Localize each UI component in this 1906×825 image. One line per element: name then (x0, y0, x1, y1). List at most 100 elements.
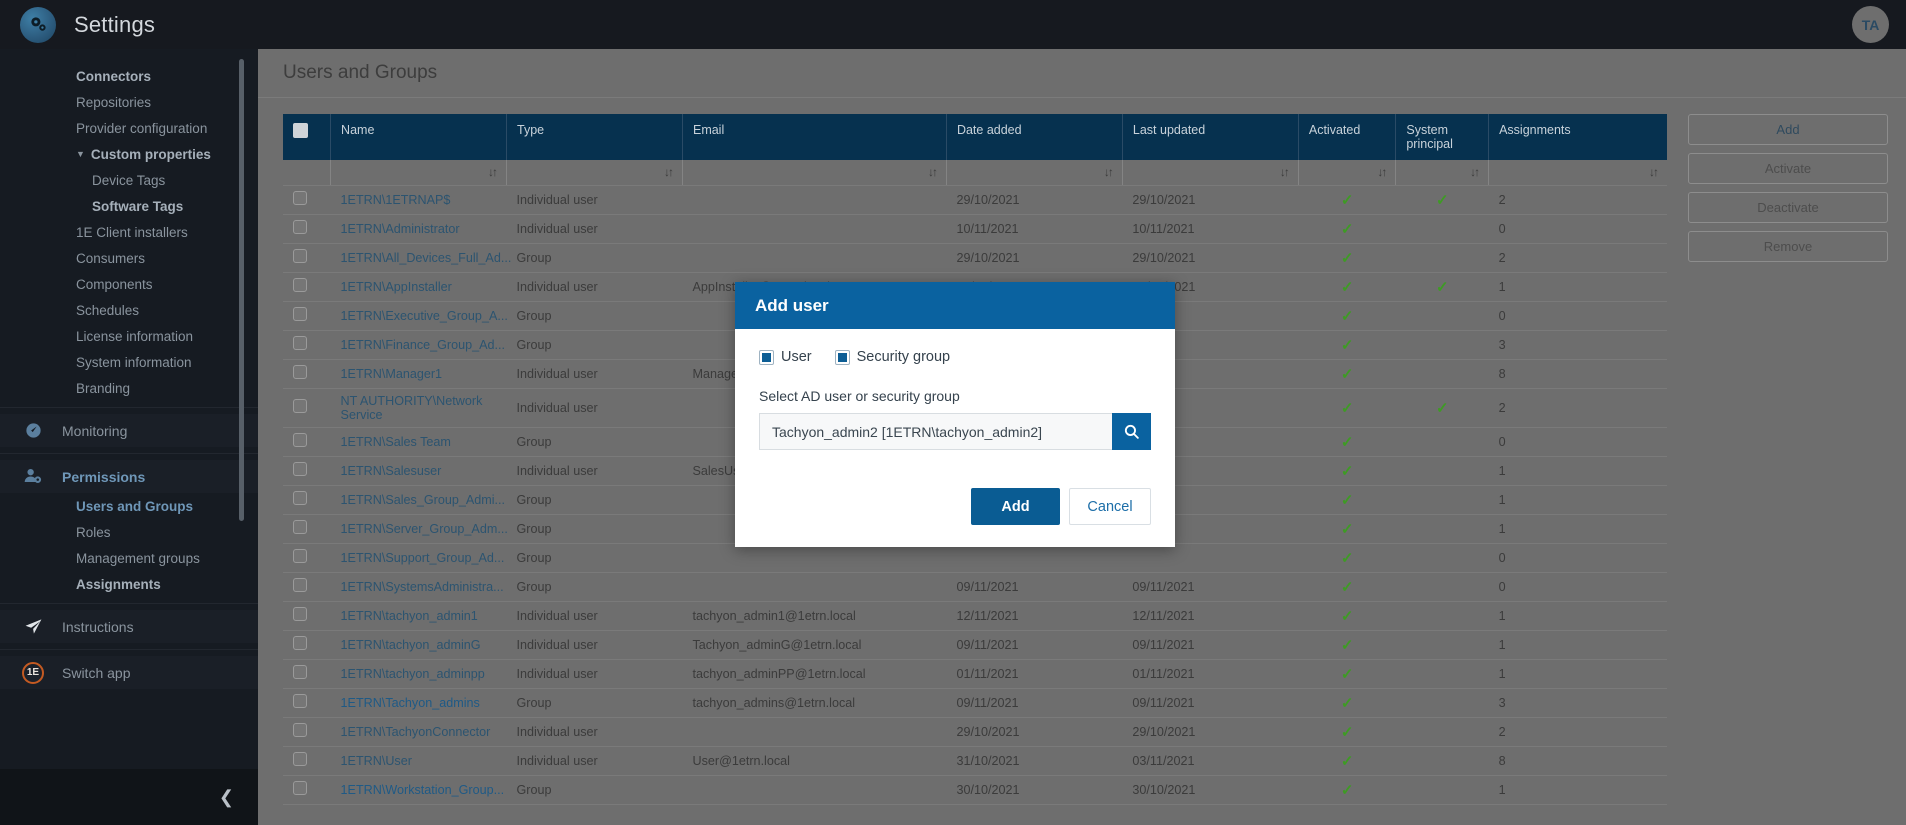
user-radio[interactable] (759, 349, 774, 365)
sidebar-item-branding[interactable]: Branding (0, 375, 258, 401)
cell-name[interactable]: NT AUTHORITY\Network Service (330, 388, 507, 428)
security-group-radio[interactable] (834, 349, 850, 365)
cell-name[interactable]: 1ETRN\Workstation_Group... (330, 775, 507, 805)
sidebar-item-custom-properties[interactable]: ▼ Custom properties (0, 141, 258, 167)
sort-updown-icon[interactable]: ↓↑ (1280, 165, 1290, 179)
row-checkbox[interactable] (293, 607, 307, 621)
sidebar-item-components[interactable]: Components (0, 271, 258, 297)
row-checkbox[interactable] (293, 578, 307, 592)
sort-updown-icon[interactable]: ↓↑ (1470, 165, 1480, 179)
sidebar-item-connectors[interactable]: Connectors (0, 63, 258, 89)
sort-updown-icon[interactable]: ↓↑ (928, 165, 938, 179)
cell-name[interactable]: 1ETRN\Finance_Group_Ad... (330, 330, 507, 360)
row-name-link[interactable]: 1ETRN\TachyonConnector (341, 725, 491, 739)
row-name-link[interactable]: 1ETRN\Finance_Group_Ad... (341, 338, 506, 352)
sidebar-item-1e-client-installers[interactable]: 1E Client installers (0, 219, 258, 245)
table-row[interactable]: 1ETRN\Workstation_Group... Group 30/10/202… (283, 775, 1667, 805)
remove-button[interactable]: Remove (1688, 231, 1888, 262)
sidebar-item-software-tags[interactable]: Software Tags (0, 193, 258, 219)
cell-name[interactable]: 1ETRN\Server_Group_Adm... (330, 514, 508, 544)
sidebar-item-management-groups[interactable]: Management groups (0, 545, 258, 571)
row-checkbox[interactable] (293, 278, 307, 292)
cell-name[interactable]: 1ETRN\Sales Team (330, 427, 507, 457)
row-name-link[interactable]: 1ETRN\Workstation_Group... (341, 783, 505, 797)
row-checkbox[interactable] (293, 336, 307, 350)
row-name-link[interactable]: 1ETRN\Salesuser (341, 464, 442, 478)
sort-last-updated[interactable]: ↓↑ (1122, 160, 1299, 186)
table-row[interactable]: 1ETRN\SystemsAdministra... Group 09/11/202… (283, 572, 1667, 602)
sidebar-item-instructions[interactable]: Instructions (0, 610, 258, 643)
dialog-cancel-button[interactable]: Cancel (1069, 488, 1151, 525)
sort-type[interactable]: ↓↑ (506, 160, 683, 186)
row-name-link[interactable]: 1ETRN\SystemsAdministra... (341, 580, 504, 594)
row-checkbox[interactable] (293, 365, 307, 379)
col-email[interactable]: Email (682, 114, 947, 160)
row-checkbox[interactable] (293, 399, 307, 413)
row-checkbox[interactable] (293, 781, 307, 795)
col-activated[interactable]: Activated (1298, 114, 1397, 160)
row-name-link[interactable]: 1ETRN\tachyon_adminG (341, 638, 481, 652)
table-row[interactable]: 1ETRN\Support_Group_Ad... Group ✓ 0 (283, 543, 1667, 573)
sort-updown-icon[interactable]: ↓↑ (1377, 165, 1387, 179)
col-name[interactable]: Name (330, 114, 508, 160)
row-name-link[interactable]: 1ETRN\Sales Team (341, 435, 451, 449)
sort-name[interactable]: ↓↑ (330, 160, 508, 186)
table-row[interactable]: 1ETRN\Tachyon_admins Group tachyon_admins@… (283, 688, 1667, 718)
cell-name[interactable]: 1ETRN\Support_Group_Ad... (330, 543, 507, 573)
row-checkbox[interactable] (293, 520, 307, 534)
row-name-link[interactable]: 1ETRN\tachyon_adminpp (341, 667, 485, 681)
row-checkbox[interactable] (293, 249, 307, 263)
row-name-link[interactable]: 1ETRN\Sales_Group_Admi... (341, 493, 506, 507)
sidebar-item-repositories[interactable]: Repositories (0, 89, 258, 115)
row-name-link[interactable]: 1ETRN\Executive_Group_A... (341, 309, 508, 323)
table-row[interactable]: 1ETRN\Administrator Individual user 10/11/… (283, 214, 1667, 244)
activate-button[interactable]: Activate (1688, 153, 1888, 184)
sidebar-item-device-tags[interactable]: Device Tags (0, 167, 258, 193)
sidebar-item-consumers[interactable]: Consumers (0, 245, 258, 271)
add-button[interactable]: Add (1688, 114, 1888, 145)
sort-activated[interactable]: ↓↑ (1298, 160, 1397, 186)
row-checkbox[interactable] (293, 752, 307, 766)
row-checkbox[interactable] (293, 462, 307, 476)
row-checkbox[interactable] (293, 220, 307, 234)
col-date-added[interactable]: Date added (946, 114, 1123, 160)
sort-system-principal[interactable]: ↓↑ (1395, 160, 1490, 186)
cell-name[interactable]: 1ETRN\Sales_Group_Admi... (330, 485, 507, 515)
col-assignments[interactable]: Assignments (1488, 114, 1667, 160)
select-all-checkbox[interactable] (293, 123, 308, 138)
row-checkbox[interactable] (293, 191, 307, 205)
row-name-link[interactable]: 1ETRN\User (341, 754, 412, 768)
cell-name[interactable]: 1ETRN\tachyon_admin1 (330, 601, 507, 631)
row-name-link[interactable]: 1ETRN\Support_Group_Ad... (341, 551, 505, 565)
row-checkbox[interactable] (293, 636, 307, 650)
sort-assignments[interactable]: ↓↑ (1488, 160, 1667, 186)
deactivate-button[interactable]: Deactivate (1688, 192, 1888, 223)
sidebar-item-permissions[interactable]: Permissions (0, 460, 258, 493)
row-name-link[interactable]: 1ETRN\Administrator (341, 222, 460, 236)
table-row[interactable]: 1ETRN\tachyon_adminG Individual user Tachy… (283, 630, 1667, 660)
sidebar-item-provider-configuration[interactable]: Provider configuration (0, 115, 258, 141)
cell-name[interactable]: 1ETRN\Executive_Group_A... (330, 301, 508, 331)
sidebar-item-users-and-groups[interactable]: Users and Groups (0, 493, 258, 519)
sidebar-scrollbar[interactable] (239, 59, 244, 521)
row-name-link[interactable]: 1ETRN\Tachyon_admins (341, 696, 480, 710)
row-name-link[interactable]: 1ETRN\1ETRNAP$ (341, 193, 451, 207)
sort-updown-icon[interactable]: ↓↑ (1649, 165, 1659, 179)
col-type[interactable]: Type (506, 114, 683, 160)
cell-name[interactable]: 1ETRN\TachyonConnector (330, 717, 507, 747)
table-row[interactable]: 1ETRN\tachyon_admin1 Individual user tachy… (283, 601, 1667, 631)
table-row[interactable]: 1ETRN\All_Devices_Full_Ad... Group 29/10/2… (283, 243, 1667, 273)
sort-updown-icon[interactable]: ↓↑ (1104, 165, 1114, 179)
row-name-link[interactable]: 1ETRN\Server_Group_Adm... (341, 522, 508, 536)
search-button[interactable] (1112, 413, 1151, 450)
row-checkbox[interactable] (293, 307, 307, 321)
row-name-link[interactable]: 1ETRN\All_Devices_Full_Ad... (341, 251, 512, 265)
sort-date-added[interactable]: ↓↑ (946, 160, 1123, 186)
chevron-left-icon[interactable]: ❮ (219, 787, 234, 808)
sidebar-item-assignments[interactable]: Assignments (0, 571, 258, 597)
sort-updown-icon[interactable]: ↓↑ (664, 165, 674, 179)
col-system-principal[interactable]: System principal (1395, 114, 1490, 160)
cell-name[interactable]: 1ETRN\Administrator (330, 214, 507, 244)
row-checkbox[interactable] (293, 549, 307, 563)
cell-name[interactable]: 1ETRN\tachyon_adminG (330, 630, 507, 660)
